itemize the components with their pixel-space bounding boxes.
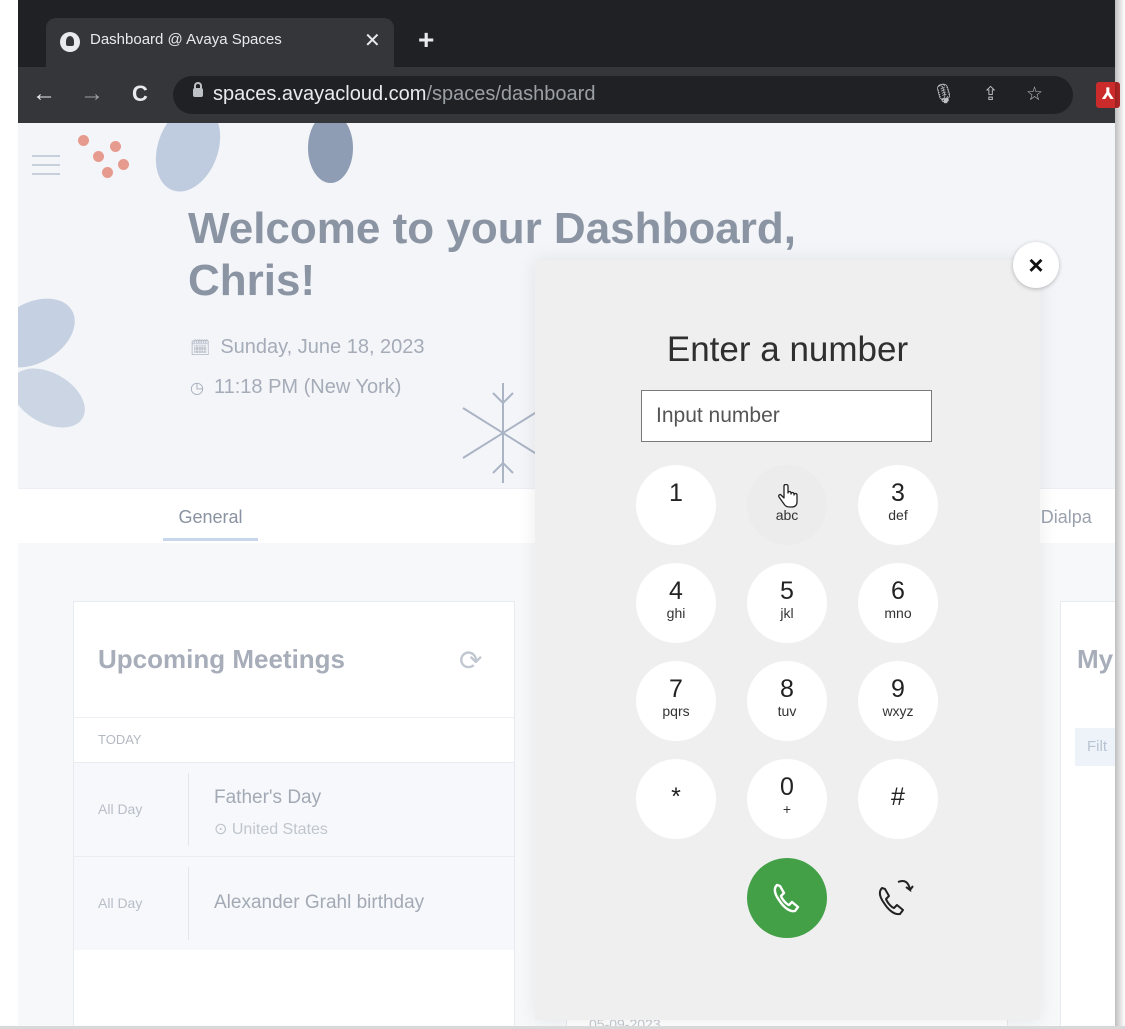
close-dialpad-button[interactable]: × [1013,242,1059,288]
my-card: My Filt [1060,601,1115,1029]
divider [188,773,189,846]
window-edge [1115,0,1125,1029]
phone-icon [773,883,800,913]
dialpad-title: Enter a number [666,330,909,369]
reload-button[interactable]: C [132,79,148,109]
hand-cursor-icon [778,484,798,508]
meeting-item[interactable]: All Day Father's Day ⊙ United States [74,762,514,856]
key-8[interactable]: 8 tuv [747,661,827,741]
leaf-decoration-icon [18,284,87,382]
filter-input[interactable]: Filt [1075,728,1115,766]
address-bar: ← → C spaces.avayacloud.com/spaces/dashb… [18,67,1120,123]
number-input[interactable] [641,390,932,442]
meetings-title: Upcoming Meetings [98,644,346,674]
key-3[interactable]: 3 def [858,465,938,545]
leaf-decoration-icon [308,123,353,183]
date-display: 🗓︎ Sunday, June 18, 2023 [190,336,425,358]
meeting-item[interactable]: All Day Alexander Grahl birthday [74,856,514,950]
tab-general[interactable]: General [163,507,258,528]
upcoming-meetings-card: Upcoming Meetings ⟳ TODAY All Day Father… [73,601,515,1029]
browser-tab[interactable]: Dashboard @ Avaya Spaces ✕ [46,18,394,67]
menu-icon[interactable] [32,155,60,182]
key-7[interactable]: 7 pqrs [636,661,716,741]
dialpad-modal: Enter a number 1 2abc 3def 4ghi 5jkl 6mn… [535,260,1040,1020]
tab-title: Dashboard @ Avaya Spaces [90,31,282,48]
key-4[interactable]: 4 ghi [636,563,716,643]
active-tab-indicator [163,538,258,541]
location-pin-icon: ⊙ [214,821,232,838]
leaf-decoration-icon [144,123,232,201]
new-tab-button[interactable]: + [418,26,434,54]
berry-decoration-icon [78,135,89,146]
forward-button[interactable]: → [80,79,104,109]
lock-icon [193,82,203,97]
bookmark-star-icon[interactable]: ☆ [1026,84,1043,105]
meeting-name: Father's Day [214,787,322,808]
section-label: TODAY [98,732,142,747]
berry-decoration-icon [93,151,104,162]
microphone-icon[interactable]: 🎙︎ [931,84,955,105]
berry-decoration-icon [102,167,113,178]
key-0[interactable]: 0 + [747,759,827,839]
url-field[interactable]: spaces.avayacloud.com/spaces/dashboard 🎙… [173,76,1073,114]
refresh-icon[interactable]: ⟳ [459,644,482,677]
key-star[interactable]: * [636,759,716,839]
url-host: spaces.avayacloud.com [213,83,427,105]
clock-icon: ◷ [190,380,204,397]
key-1[interactable]: 1 [636,465,716,545]
meeting-time: All Day [98,801,143,817]
share-icon[interactable]: ⇪ [983,84,999,105]
key-9[interactable]: 9 wxyz [858,661,938,741]
back-button[interactable]: ← [32,79,56,109]
key-6[interactable]: 6 mno [858,563,938,643]
berry-decoration-icon [118,159,129,170]
divider [188,867,189,940]
call-transfer-icon [878,880,914,916]
leaf-decoration-icon [18,356,96,440]
calendar-icon: 🗓︎ [190,340,211,357]
meeting-location: ⊙ United States [214,821,328,838]
browser-tab-bar: Dashboard @ Avaya Spaces ✕ + [18,0,1115,67]
tab-close-icon[interactable]: ✕ [364,27,381,55]
key-hash[interactable]: # [858,759,938,839]
meeting-time: All Day [98,895,143,911]
call-transfer-button[interactable] [858,858,938,938]
berry-decoration-icon [110,141,121,152]
url-path: /spaces/dashboard [426,83,596,105]
my-card-title: My [1077,644,1114,674]
avaya-favicon-icon [60,32,80,52]
time-display: ◷ 11:18 PM (New York) [190,376,402,398]
divider [74,717,514,718]
meeting-name: Alexander Grahl birthday [214,892,425,913]
call-button[interactable] [747,858,827,938]
key-5[interactable]: 5 jkl [747,563,827,643]
